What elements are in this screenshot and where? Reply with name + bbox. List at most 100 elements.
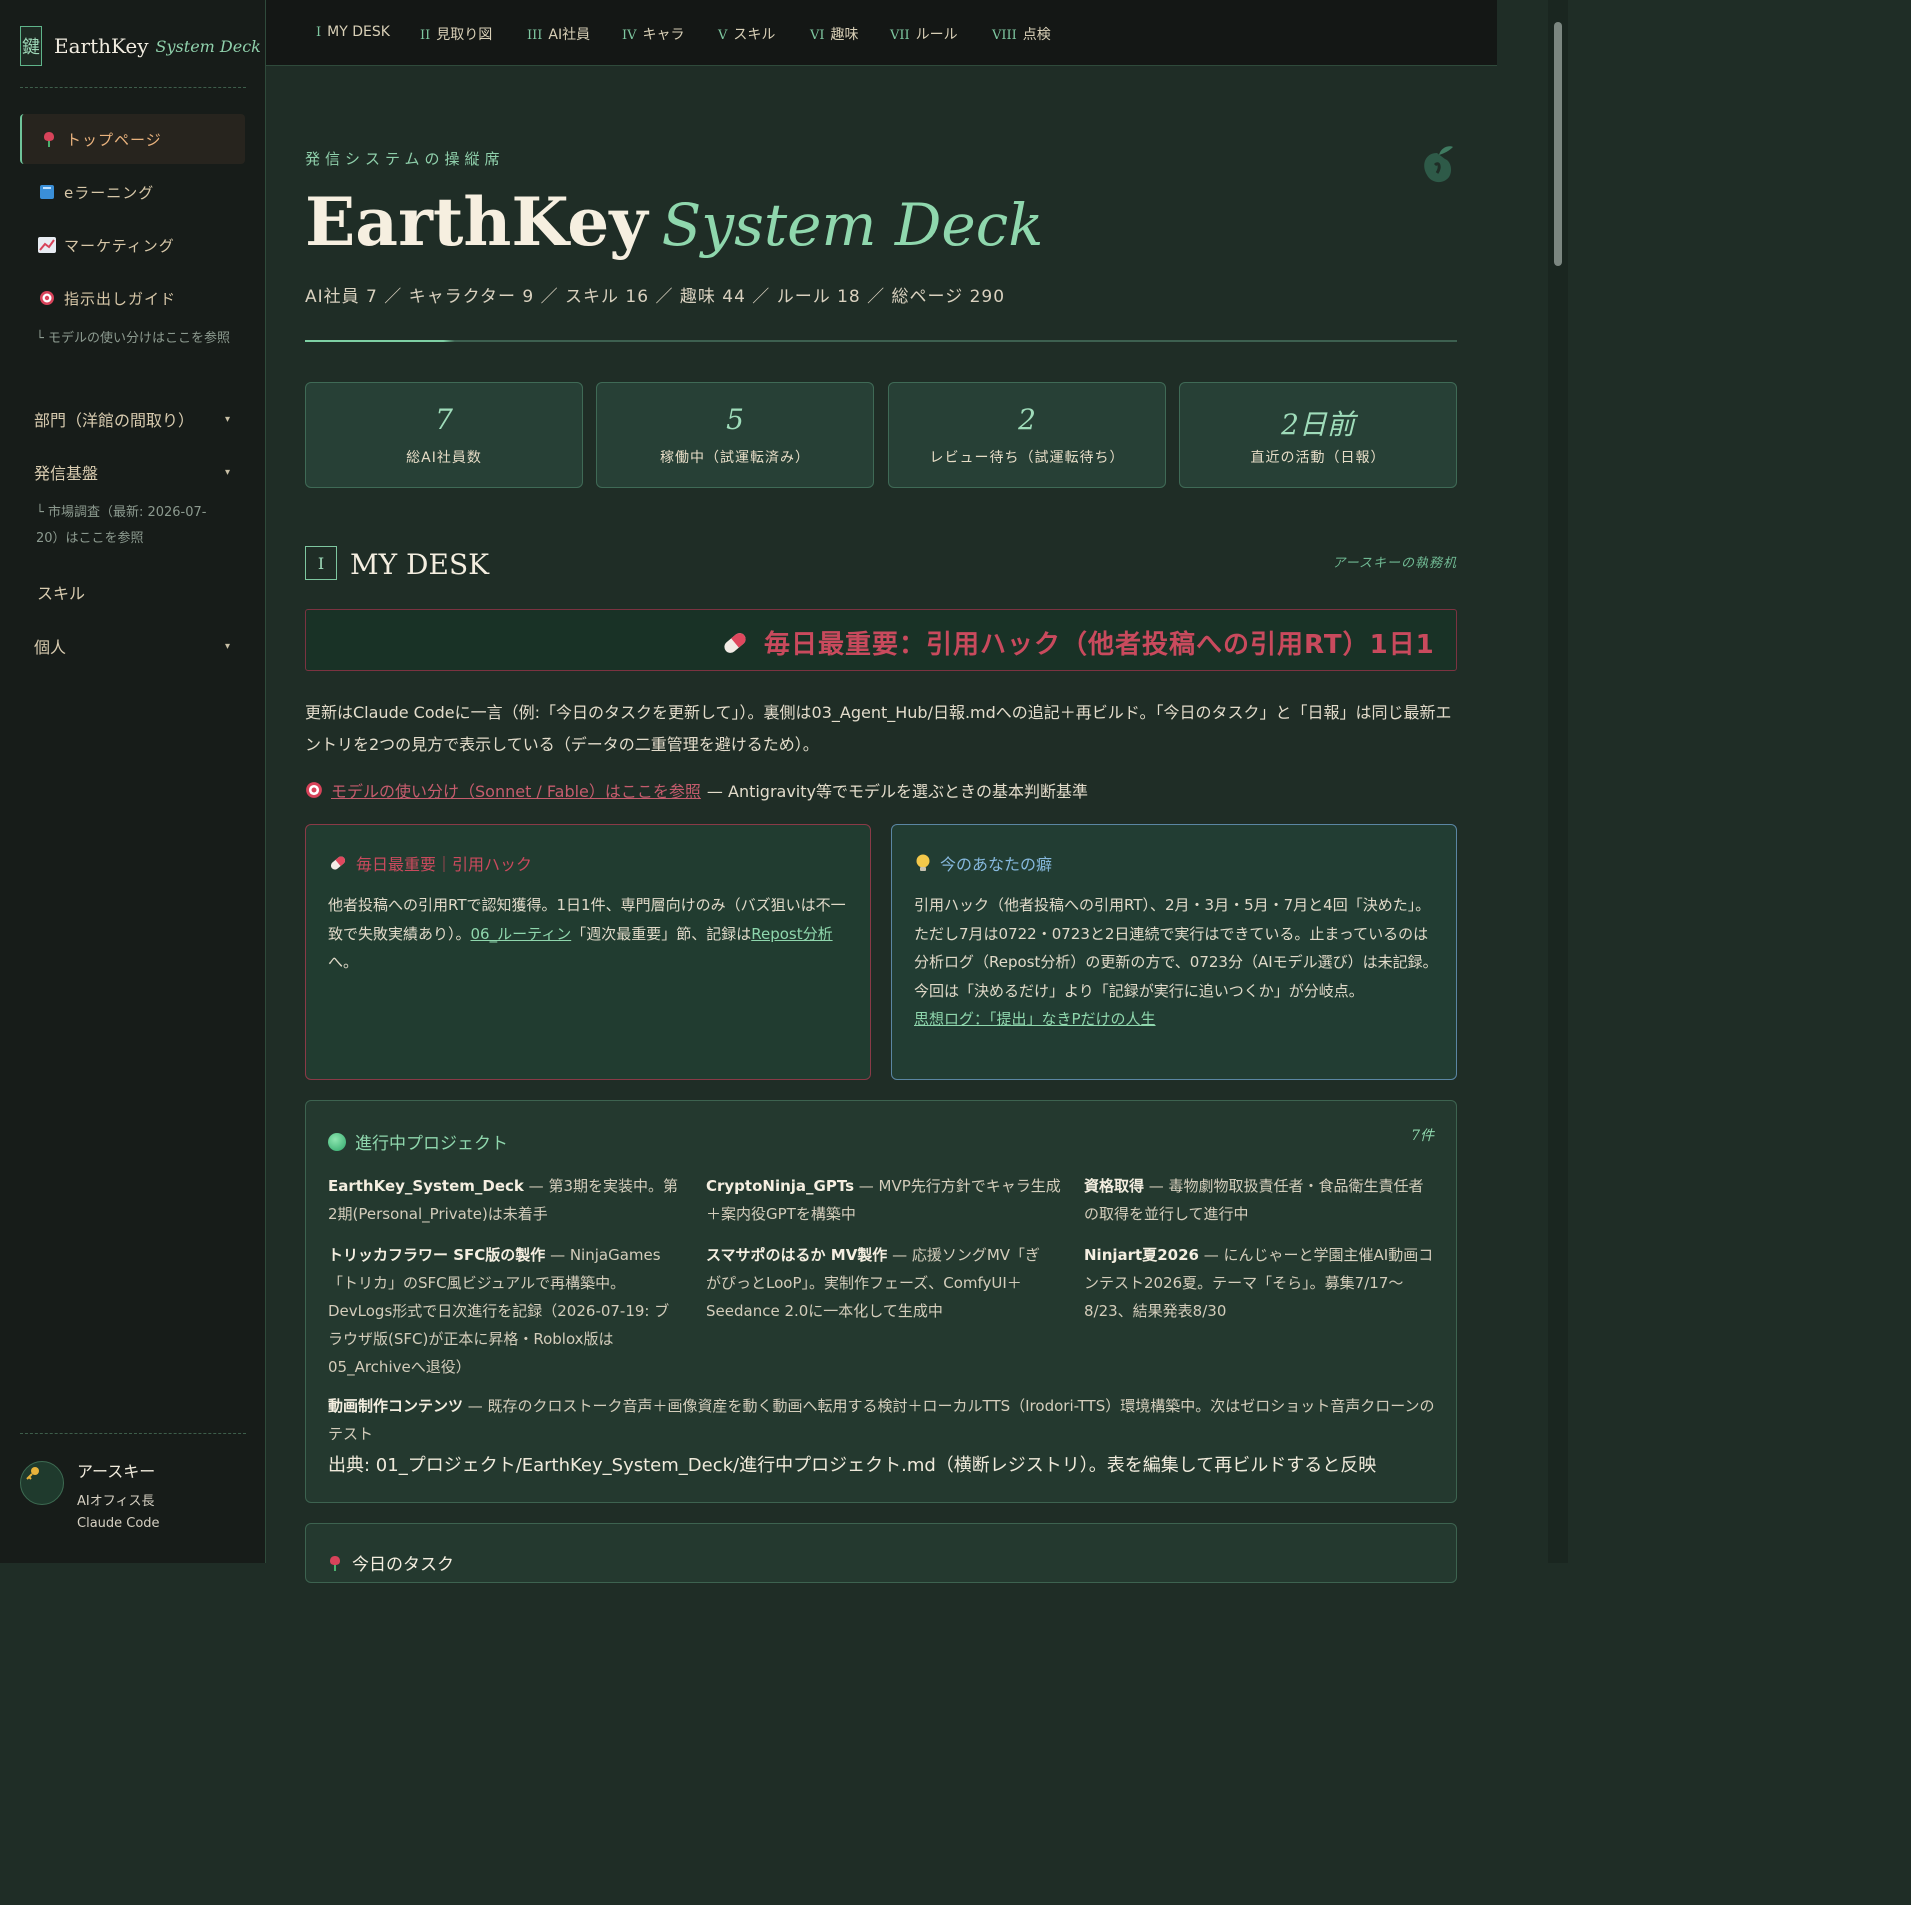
box-body: 引用ハック（他者投稿への引用RT）、2月・3月・5月・7月と4回「決めた」。ただ… <box>914 891 1438 1034</box>
user-role: AIオフィス長 <box>77 1494 155 1509</box>
box-text: へ。 <box>328 953 359 971</box>
chart-icon <box>38 236 56 254</box>
box-body: 他者投稿への引用RTで認知獲得。1日1件、専門層向けのみ（バズ狙いは不一致で失敗… <box>328 891 852 977</box>
project-name: スマサポのはるか MV製作 <box>706 1246 888 1264</box>
tab-numeral: VI <box>810 28 825 43</box>
rose-icon <box>330 1555 340 1571</box>
thought-log-link[interactable]: 思想ログ：「提出」なきPだけの人生 <box>914 1010 1156 1028</box>
sidebar-market-note[interactable]: └ 市場調査（最新: 2026-07-20）はここを参照 <box>36 500 226 552</box>
tab-label: 点検 <box>1022 27 1051 43</box>
brand[interactable]: 鍵 EarthKey System Deck <box>20 26 261 66</box>
sidebar-group-departments[interactable]: 部門（洋館の間取り） ▾ <box>34 407 230 431</box>
target-icon <box>306 782 322 798</box>
lightbulb-icon <box>916 854 930 871</box>
section-tagline: アースキーの執務机 <box>1332 556 1457 571</box>
project-desc: — NinjaGames「トリカ」のSFC風ビジュアルで再構築中。DevLogs… <box>328 1246 670 1376</box>
sidebar-item-top-page[interactable]: トップページ <box>20 114 245 164</box>
stat-card-recent-activity: 2日前 直近の活動（日報） <box>1179 382 1457 488</box>
section-title: MY DESK <box>350 548 490 581</box>
section-header-my-desk: I MY DESK アースキーの執務机 <box>305 546 1457 582</box>
section-numeral: I <box>305 546 337 580</box>
marquee-text: 毎日最重要：引用ハック（他者投稿への引用RT）1日1 <box>764 630 1435 660</box>
tab-floor-plan[interactable]: II 見取り図 <box>420 24 492 44</box>
sidebar: 鍵 EarthKey System Deck トップページ eラーニング マーケ… <box>0 0 266 1563</box>
tab-numeral: IV <box>622 28 637 43</box>
tab-my-desk[interactable]: I MY DESK <box>316 24 390 40</box>
habit-box: 今のあなたの癖 引用ハック（他者投稿への引用RT）、2月・3月・5月・7月と4回… <box>891 824 1457 1080</box>
tab-skills[interactable]: V スキル <box>718 24 775 44</box>
tab-rules[interactable]: VII ルール <box>890 24 958 44</box>
tab-numeral: III <box>527 28 543 43</box>
sidebar-item-instruction-guide[interactable]: 指示出しガイド <box>20 273 245 323</box>
box-text: 「週次最重要」節、記録は <box>571 924 752 943</box>
box-title: 今のあなたの癖 <box>940 855 1053 874</box>
box-text: 引用ハック（他者投稿への引用RT）、2月・3月・5月・7月と4回「決めた」。ただ… <box>914 896 1438 1000</box>
tab-label: 見取り図 <box>436 27 493 43</box>
tab-label: 趣味 <box>830 27 859 43</box>
pill-icon <box>724 632 746 653</box>
list-item: Ninjart夏2026 — にんじゃーと学園主催AI動画コンテスト2026夏。… <box>1084 1241 1436 1325</box>
target-icon <box>38 289 56 307</box>
sidebar-item-elearning[interactable]: eラーニング <box>20 167 245 217</box>
priority-marquee: 毎日最重要：引用ハック（他者投稿への引用RT）1日1 <box>305 609 1457 671</box>
tab-hobbies[interactable]: VI 趣味 <box>810 24 859 44</box>
scrollbar-thumb[interactable] <box>1554 22 1562 266</box>
tab-characters[interactable]: IV キャラ <box>622 24 685 44</box>
list-item: 動画制作コンテンツ — 既存のクロストーク音声＋画像資産を動く動画へ転用する検討… <box>328 1392 1436 1448</box>
stat-value: 5 <box>726 403 744 436</box>
project-name: EarthKey_System_Deck <box>328 1177 524 1195</box>
sidebar-item-label: トップページ <box>66 130 162 149</box>
tab-ai-staff[interactable]: III AI社員 <box>527 24 590 44</box>
projects-title: 進行中プロジェクト <box>355 1134 508 1154</box>
model-guide-link[interactable]: モデルの使い分け（Sonnet / Fable）はここを参照 <box>331 778 701 802</box>
sidebar-divider <box>20 1433 246 1434</box>
hero-eyebrow: 発信システムの操縦席 <box>305 150 505 168</box>
project-desc: — 既存のクロストーク音声＋画像資産を動く動画へ転用する検討＋ローカルTTS（I… <box>328 1397 1435 1443</box>
hero-divider <box>305 340 1457 342</box>
sidebar-group-broadcast-base[interactable]: 発信基盤 ▾ <box>34 460 230 484</box>
book-icon <box>38 183 56 201</box>
sidebar-item-marketing[interactable]: マーケティング <box>20 220 245 270</box>
today-tasks-title: 今日のタスク <box>352 1555 454 1575</box>
project-name: 資格取得 <box>1084 1177 1145 1195</box>
project-name: トリッカフラワー SFC版の製作 <box>328 1246 546 1264</box>
user-name: アースキー <box>77 1462 156 1481</box>
pill-icon <box>330 856 346 870</box>
scrollbar[interactable] <box>1548 0 1568 1563</box>
sidebar-divider <box>20 87 246 88</box>
stat-value: 7 <box>435 403 453 436</box>
tab-inspection[interactable]: VIII 点検 <box>992 24 1051 44</box>
brand-subtitle: System Deck <box>155 36 261 56</box>
sidebar-group-personal[interactable]: 個人 ▾ <box>34 634 230 658</box>
model-guide-line: モデルの使い分け（Sonnet / Fable）はここを参照 — Antigra… <box>305 778 1088 802</box>
projects-panel: 進行中プロジェクト 7件 EarthKey_System_Deck — 第3期を… <box>305 1100 1457 1503</box>
sidebar-item-label: スキル <box>37 584 86 603</box>
tab-label: MY DESK <box>327 24 390 40</box>
repost-analysis-link[interactable]: Repost分析 <box>751 925 832 943</box>
brand-logo: 鍵 <box>20 26 42 66</box>
sidebar-group-label: 発信基盤 <box>34 464 99 483</box>
rose-icon <box>40 130 58 148</box>
caret-down-icon: ▾ <box>224 640 230 652</box>
list-item: スマサポのはるか MV製作 — 応援ソングMV「ぎがぴっとLooP」。実制作フェ… <box>706 1241 1046 1325</box>
sidebar-item-label: eラーニング <box>64 183 155 202</box>
stat-label: レビュー待ち（試運転待ち） <box>929 450 1125 466</box>
key-icon <box>26 1467 39 1480</box>
sidebar-item-label: マーケティング <box>64 236 175 255</box>
model-guide-note: — Antigravity等でモデルを選ぶときの基本判断基準 <box>706 782 1088 801</box>
sidebar-guide-note[interactable]: └ モデルの使い分けはここを参照 <box>36 326 236 352</box>
routine-link[interactable]: 06_ルーティン <box>471 925 572 943</box>
today-tasks-panel: 今日のタスク <box>305 1523 1457 1583</box>
stat-value: 2 <box>1018 403 1036 436</box>
avatar <box>20 1461 64 1505</box>
stat-label: 稼働中（試運転済み） <box>660 450 810 466</box>
brand-name: EarthKey <box>54 34 149 58</box>
sidebar-group-label: 個人 <box>34 638 67 657</box>
hero-stats: AI社員 7 ／ キャラクター 9 ／ スキル 16 ／ 趣味 44 ／ ルール… <box>305 287 1006 307</box>
title-sub: System Deck <box>661 191 1044 259</box>
stat-card-active: 5 稼働中（試運転済み） <box>596 382 874 488</box>
list-item: CryptoNinja_GPTs — MVP先行方針でキャラ生成＋案内役GPTを… <box>706 1172 1062 1228</box>
caret-down-icon: ▾ <box>224 413 230 425</box>
stat-label: 直近の活動（日報） <box>1250 450 1386 466</box>
sidebar-item-skills[interactable]: スキル <box>37 580 233 604</box>
